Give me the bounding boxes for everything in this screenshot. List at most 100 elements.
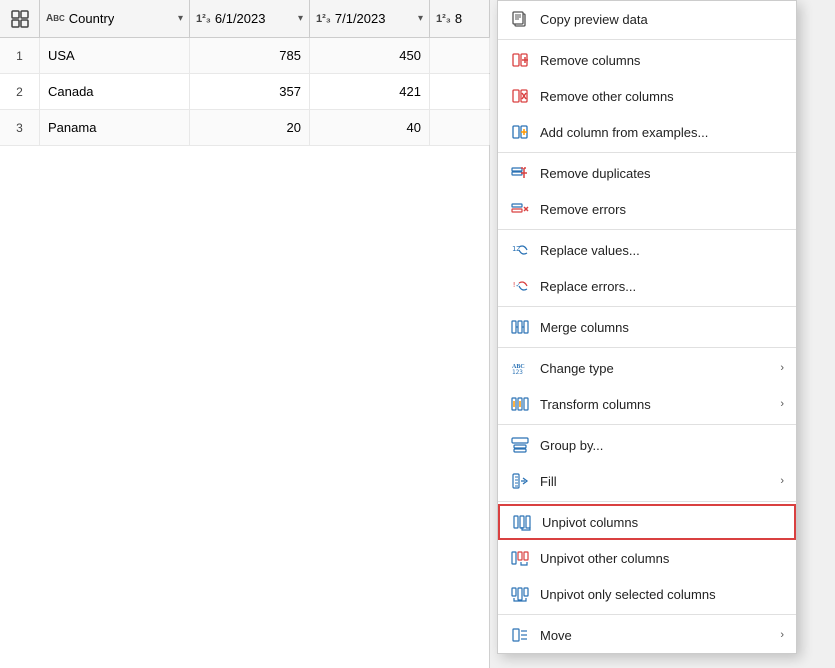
menu-item-merge-columns[interactable]: Merge columns bbox=[498, 309, 796, 345]
merge-columns-icon bbox=[510, 317, 530, 337]
cell-val1-3: 20 bbox=[190, 110, 310, 145]
menu-item-remove-errors[interactable]: Remove errors bbox=[498, 191, 796, 227]
fill-arrow: › bbox=[780, 475, 784, 487]
group-by-label: Group by... bbox=[540, 438, 784, 453]
remove-columns-label: Remove columns bbox=[540, 53, 784, 68]
column-header-date1[interactable]: 1²₃ 6/1/2023 ▾ bbox=[190, 0, 310, 37]
menu-item-remove-columns[interactable]: Remove columns bbox=[498, 42, 796, 78]
remove-duplicates-label: Remove duplicates bbox=[540, 166, 784, 181]
cell-val2-3: 40 bbox=[310, 110, 430, 145]
date1-dropdown-arrow[interactable]: ▾ bbox=[298, 13, 303, 24]
table-row: 2 Canada 357 421 bbox=[0, 74, 489, 110]
date3-col-label: 8 bbox=[455, 11, 462, 26]
menu-item-add-column-examples[interactable]: Add column from examples... bbox=[498, 114, 796, 150]
remove-other-columns-icon bbox=[510, 86, 530, 106]
cell-val3-2 bbox=[430, 74, 490, 109]
copy-preview-icon bbox=[510, 9, 530, 29]
replace-values-icon: 1 2 bbox=[510, 240, 530, 260]
menu-item-replace-values[interactable]: 1 2 Replace values... bbox=[498, 232, 796, 268]
menu-item-replace-errors[interactable]: ! ✓ Replace errors... bbox=[498, 268, 796, 304]
copy-preview-label: Copy preview data bbox=[540, 12, 784, 27]
fill-icon bbox=[510, 471, 530, 491]
merge-columns-label: Merge columns bbox=[540, 320, 784, 335]
change-type-icon: ABC 123 bbox=[510, 358, 530, 378]
date2-dropdown-arrow[interactable]: ▾ bbox=[418, 13, 423, 24]
move-arrow: › bbox=[780, 629, 784, 641]
country-col-label: Country bbox=[69, 11, 115, 26]
table-header: ABC Country ▾ 1²₃ 6/1/2023 ▾ 1²₃ 7/1/202… bbox=[0, 0, 489, 38]
menu-item-move[interactable]: Move › bbox=[498, 617, 796, 653]
svg-text:123: 123 bbox=[512, 369, 523, 376]
column-header-country[interactable]: ABC Country ▾ bbox=[40, 0, 190, 37]
cell-country-2: Canada bbox=[40, 74, 190, 109]
remove-other-columns-label: Remove other columns bbox=[540, 89, 784, 104]
date1-col-label: 6/1/2023 bbox=[215, 11, 266, 26]
corner-header bbox=[0, 0, 40, 37]
unpivot-other-columns-icon bbox=[510, 548, 530, 568]
separator bbox=[498, 501, 796, 502]
menu-item-remove-duplicates[interactable]: Remove duplicates bbox=[498, 155, 796, 191]
add-column-examples-icon bbox=[510, 122, 530, 142]
menu-item-remove-other-columns[interactable]: Remove other columns bbox=[498, 78, 796, 114]
date1-type-icon: 1²₃ bbox=[196, 13, 211, 25]
menu-item-unpivot-other-columns[interactable]: Unpivot other columns bbox=[498, 540, 796, 576]
replace-errors-icon: ! ✓ bbox=[510, 276, 530, 296]
menu-item-unpivot-columns[interactable]: Unpivot columns bbox=[498, 504, 796, 540]
cell-val3-3 bbox=[430, 110, 490, 145]
add-column-examples-label: Add column from examples... bbox=[540, 125, 784, 140]
fill-label: Fill bbox=[540, 474, 770, 489]
country-dropdown-arrow[interactable]: ▾ bbox=[178, 13, 183, 24]
replace-values-label: Replace values... bbox=[540, 243, 784, 258]
transform-columns-label: Transform columns bbox=[540, 397, 770, 412]
transform-columns-arrow: › bbox=[780, 398, 784, 410]
remove-errors-icon bbox=[510, 199, 530, 219]
remove-errors-label: Remove errors bbox=[540, 202, 784, 217]
column-header-date2[interactable]: 1²₃ 7/1/2023 ▾ bbox=[310, 0, 430, 37]
menu-item-fill[interactable]: Fill › bbox=[498, 463, 796, 499]
move-label: Move bbox=[540, 628, 770, 643]
separator bbox=[498, 152, 796, 153]
cell-val2-2: 421 bbox=[310, 74, 430, 109]
cell-val1-1: 785 bbox=[190, 38, 310, 73]
separator bbox=[498, 614, 796, 615]
remove-duplicates-icon bbox=[510, 163, 530, 183]
menu-item-change-type[interactable]: ABC 123 Change type › bbox=[498, 350, 796, 386]
separator bbox=[498, 306, 796, 307]
table-row: 3 Panama 20 40 bbox=[0, 110, 489, 146]
cell-val1-2: 357 bbox=[190, 74, 310, 109]
unpivot-columns-label: Unpivot columns bbox=[542, 515, 782, 530]
menu-item-group-by[interactable]: Group by... bbox=[498, 427, 796, 463]
cell-country-1: USA bbox=[40, 38, 190, 73]
move-icon bbox=[510, 625, 530, 645]
group-by-icon bbox=[510, 435, 530, 455]
separator bbox=[498, 424, 796, 425]
change-type-label: Change type bbox=[540, 361, 770, 376]
table-row: 1 USA 785 450 bbox=[0, 38, 489, 74]
date3-type-icon: 1²₃ bbox=[436, 13, 451, 25]
replace-errors-label: Replace errors... bbox=[540, 279, 784, 294]
unpivot-selected-icon bbox=[510, 584, 530, 604]
separator bbox=[498, 347, 796, 348]
separator bbox=[498, 39, 796, 40]
context-menu: Copy preview data Remove columns Remove … bbox=[497, 0, 797, 654]
date2-type-icon: 1²₃ bbox=[316, 13, 331, 25]
unpivot-selected-label: Unpivot only selected columns bbox=[540, 587, 784, 602]
unpivot-other-columns-label: Unpivot other columns bbox=[540, 551, 784, 566]
row-index-1: 1 bbox=[0, 38, 40, 73]
country-type-icon: ABC bbox=[46, 13, 65, 24]
row-index-2: 2 bbox=[0, 74, 40, 109]
menu-item-copy-preview[interactable]: Copy preview data bbox=[498, 1, 796, 37]
column-header-date3[interactable]: 1²₃ 8 bbox=[430, 0, 490, 37]
row-index-3: 3 bbox=[0, 110, 40, 145]
table-area: ABC Country ▾ 1²₃ 6/1/2023 ▾ 1²₃ 7/1/202… bbox=[0, 0, 490, 668]
menu-item-transform-columns[interactable]: Transform columns › bbox=[498, 386, 796, 422]
transform-columns-icon bbox=[510, 394, 530, 414]
unpivot-columns-icon bbox=[512, 512, 532, 532]
menu-item-unpivot-selected[interactable]: Unpivot only selected columns bbox=[498, 576, 796, 612]
remove-columns-icon bbox=[510, 50, 530, 70]
separator bbox=[498, 229, 796, 230]
cell-val3-1 bbox=[430, 38, 490, 73]
cell-val2-1: 450 bbox=[310, 38, 430, 73]
date2-col-label: 7/1/2023 bbox=[335, 11, 386, 26]
change-type-arrow: › bbox=[780, 362, 784, 374]
